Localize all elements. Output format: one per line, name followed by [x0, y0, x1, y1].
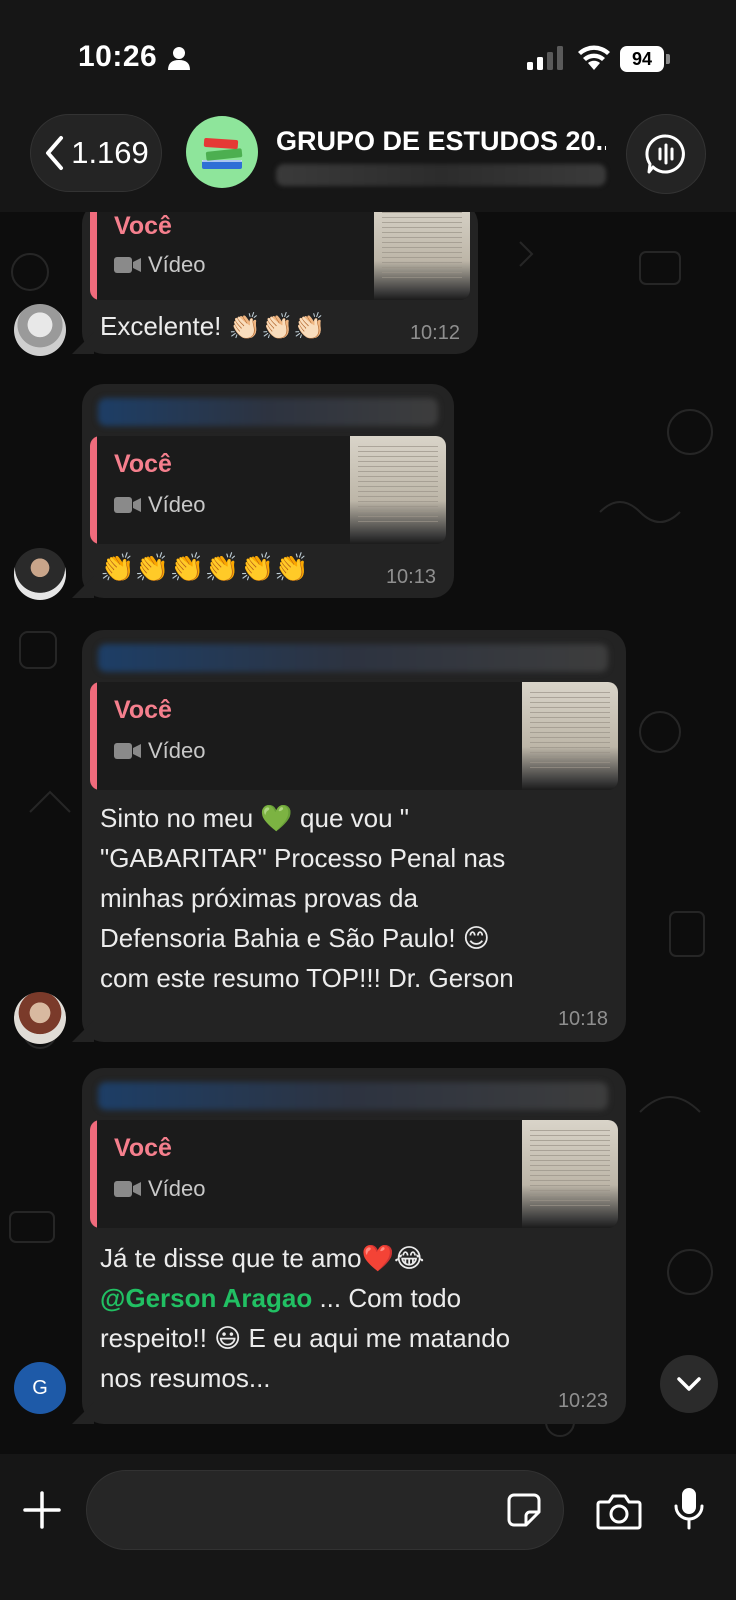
chat-area[interactable]: Você Vídeo Excelente! 👏🏻👏🏻👏🏻 10:12 Você …: [0, 212, 736, 1454]
video-icon: [114, 257, 141, 273]
video-thumbnail: [374, 212, 470, 300]
group-title[interactable]: GRUPO DE ESTUDOS 20...: [276, 126, 606, 157]
sender-name-blurred: [98, 398, 438, 426]
audio-waveform-icon: [645, 134, 685, 174]
quote-author: Você: [114, 1134, 172, 1162]
message-bubble[interactable]: Você Vídeo Sinto no meu 💚 que vou " "GAB…: [72, 630, 626, 1042]
video-thumbnail: [522, 1120, 618, 1228]
plus-icon[interactable]: [22, 1490, 62, 1530]
video-thumbnail: [350, 436, 446, 544]
chevron-left-icon: [46, 136, 64, 170]
quoted-message[interactable]: Você Vídeo: [90, 436, 446, 544]
voice-chat-button[interactable]: [626, 114, 706, 194]
person-icon: [168, 47, 190, 70]
message-input[interactable]: [86, 1470, 564, 1550]
message-text: Já te disse que te amo❤️😂 @Gerson Aragao…: [100, 1243, 511, 1393]
message-composer: [0, 1454, 736, 1600]
message-time: 10:23: [557, 1390, 608, 1412]
quoted-message[interactable]: Você Vídeo: [90, 1120, 618, 1228]
scroll-to-bottom-button[interactable]: [660, 1355, 718, 1413]
message-bubble[interactable]: Você Vídeo 👏👏👏👏👏👏 10:13: [72, 384, 454, 598]
message-bubble[interactable]: Você Vídeo Excelente! 👏🏻👏🏻👏🏻 10:12: [72, 212, 478, 354]
quote-type: Vídeo: [114, 492, 206, 518]
quote-author: Você: [114, 450, 172, 478]
avatar[interactable]: [14, 304, 66, 356]
user-mention[interactable]: @Gerson Aragao: [100, 1283, 312, 1313]
message-time: 10:18: [557, 1008, 608, 1030]
message-time: 10:12: [409, 322, 460, 344]
video-icon: [114, 497, 141, 513]
quote-type: Vídeo: [114, 738, 206, 764]
sticker-icon[interactable]: [506, 1492, 542, 1528]
avatar[interactable]: [14, 548, 66, 600]
quote-type: Vídeo: [114, 252, 206, 278]
back-button[interactable]: 1.169: [30, 114, 162, 192]
quote-type: Vídeo: [114, 1176, 206, 1202]
status-time: 10:26: [78, 40, 158, 73]
message-text: 👏👏👏👏👏👏: [100, 552, 310, 583]
avatar-initial: G: [32, 1376, 48, 1399]
microphone-icon[interactable]: [674, 1486, 704, 1532]
message-text: Excelente! 👏🏻👏🏻👏🏻: [100, 311, 326, 341]
group-avatar[interactable]: [186, 116, 258, 188]
video-thumbnail: [522, 682, 618, 790]
camera-icon[interactable]: [596, 1492, 642, 1530]
avatar[interactable]: [14, 992, 66, 1044]
quote-author: Você: [114, 212, 172, 240]
status-bar: 10:26 94: [0, 0, 736, 108]
battery-indicator: 94: [620, 46, 670, 72]
wifi-icon: [578, 45, 610, 70]
cellular-signal-icon: [527, 46, 563, 70]
group-members-blurred: [276, 164, 606, 186]
message-text: Sinto no meu 💚 que vou " "GABARITAR" Pro…: [100, 803, 514, 993]
message-time: 10:13: [385, 566, 436, 588]
chat-header: 1.169 GRUPO DE ESTUDOS 20...: [0, 108, 736, 212]
message-bubble[interactable]: Você Vídeo Já te disse que te amo❤️😂 @Ge…: [72, 1068, 626, 1424]
battery-level: 94: [620, 46, 664, 72]
sender-name-blurred: [98, 1082, 608, 1110]
sender-name-blurred: [98, 644, 608, 672]
books-icon: [202, 137, 243, 169]
quote-author: Você: [114, 696, 172, 724]
quoted-message[interactable]: Você Vídeo: [90, 212, 470, 300]
video-icon: [114, 1181, 141, 1197]
unread-count: 1.169: [71, 135, 149, 170]
avatar[interactable]: G: [14, 1362, 66, 1414]
video-icon: [114, 743, 141, 759]
chevron-down-icon: [677, 1377, 701, 1391]
quoted-message[interactable]: Você Vídeo: [90, 682, 618, 790]
